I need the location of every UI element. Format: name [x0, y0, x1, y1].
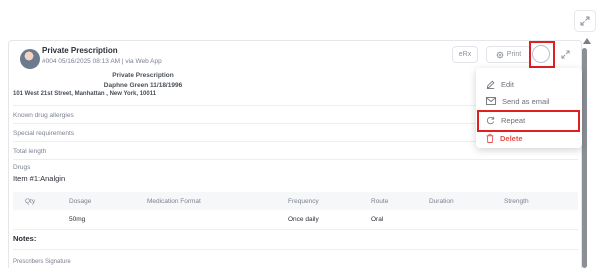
- card-expand-button[interactable]: [559, 48, 571, 60]
- table-cell: 50mg: [69, 216, 86, 223]
- menu-item-delete[interactable]: Delete: [486, 131, 523, 145]
- column-header: Duration: [429, 197, 454, 205]
- highlight-box-repeat: [477, 110, 580, 132]
- scrollbar-thumb[interactable]: [582, 48, 587, 268]
- medication-table: Qty Dosage Medication Format Frequency R…: [13, 192, 578, 230]
- prescription-title: Private Prescription: [42, 46, 118, 55]
- mail-icon: [486, 97, 496, 105]
- drugs-divider: [13, 159, 578, 166]
- highlight-box-options: [529, 41, 555, 68]
- patient-info: Daphne Green 11/18/1996: [103, 82, 183, 89]
- options-menu: Edit Send as email Repeat Delete: [476, 68, 582, 148]
- column-header: Qty: [25, 197, 36, 205]
- item-title: Item #1:Analgin: [13, 174, 66, 183]
- expand-icon: [560, 49, 570, 59]
- signature-label: Prescribers Signature: [13, 259, 71, 265]
- expand-button[interactable]: [574, 10, 596, 32]
- column-header: Route: [371, 197, 389, 205]
- table-header: Qty Dosage Medication Format Frequency R…: [13, 192, 578, 210]
- erx-button[interactable]: eRx: [452, 46, 478, 63]
- drugs-label: Drugs: [13, 164, 31, 171]
- print-label: Print: [506, 51, 522, 58]
- notes-divider: [13, 249, 578, 250]
- menu-item-send-email[interactable]: Send as email: [486, 94, 550, 108]
- table-cell: Oral: [371, 216, 384, 223]
- pencil-icon: [486, 80, 495, 89]
- menu-item-label: Delete: [500, 133, 523, 143]
- patient-address: 101 West 21st Street, Manhattan , New Yo…: [13, 91, 157, 97]
- column-header: Medication Format: [147, 197, 201, 205]
- prescription-header-title: Private Prescription: [112, 72, 174, 79]
- column-header: Dosage: [69, 197, 92, 205]
- print-button[interactable]: Print: [486, 46, 531, 63]
- expand-icon: [580, 16, 590, 26]
- table-cell: Once daily: [288, 216, 319, 223]
- avatar: [20, 49, 40, 69]
- notes-label: Notes:: [13, 234, 37, 243]
- prescription-meta: #004 05/16/2025 08:13 AM | via Web App: [42, 58, 162, 65]
- prescription-header: Private Prescription Daphne Green 11/18/…: [9, 71, 277, 91]
- table-row: 50mg Once daily Oral: [13, 210, 578, 230]
- menu-item-edit[interactable]: Edit: [486, 77, 514, 91]
- gear-icon: [496, 50, 504, 59]
- scroll-up-arrow[interactable]: [583, 38, 591, 44]
- column-header: Strength: [504, 197, 529, 205]
- column-header: Frequency: [288, 197, 319, 205]
- trash-icon: [486, 133, 494, 143]
- menu-item-label: Edit: [501, 79, 514, 89]
- menu-item-label: Send as email: [502, 96, 550, 106]
